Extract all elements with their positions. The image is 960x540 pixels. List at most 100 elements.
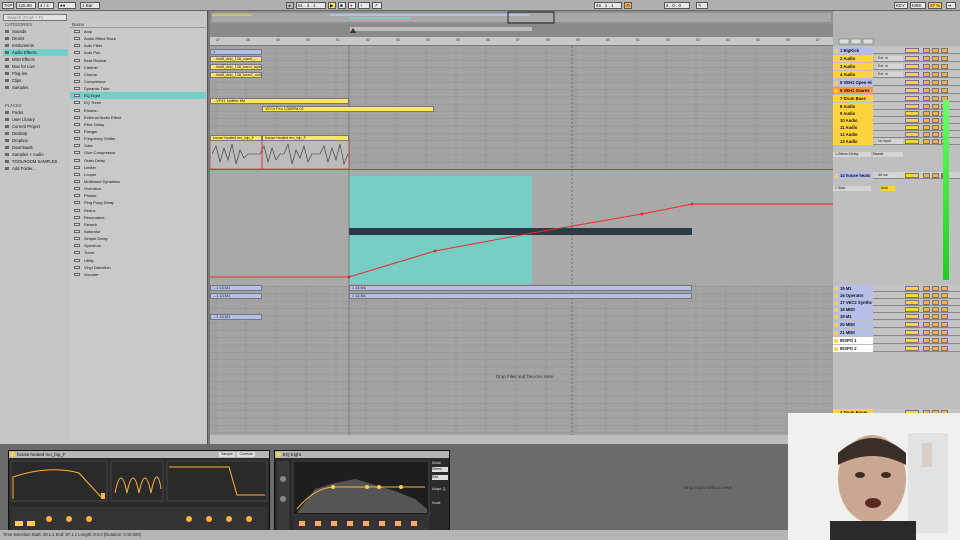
track-volume[interactable] [905, 173, 919, 178]
track-header[interactable]: 12 Audio [833, 131, 960, 138]
solo-button[interactable] [923, 104, 930, 109]
track-name[interactable]: 9 Audio [833, 110, 873, 117]
arrangement-clip[interactable]: ...1 13-M1 [210, 285, 262, 291]
category-item[interactable]: Plug-ins [3, 70, 68, 77]
track-activator-icon[interactable] [834, 330, 838, 335]
track-activator-icon[interactable] [834, 104, 838, 109]
device-list-item[interactable]: Chorus [70, 71, 206, 78]
arrangement-clip[interactable]: ...inst5_drip_126_clanit_... [210, 56, 262, 62]
track-volume[interactable] [905, 346, 919, 351]
device-list-item[interactable]: Ping Pong Delay [70, 199, 206, 206]
track-name[interactable]: 19 M1 [833, 313, 873, 320]
place-item[interactable]: Downloads [3, 144, 68, 151]
tab-sample[interactable]: Sample [219, 452, 235, 457]
device-list-item[interactable]: Grain Delay [70, 157, 206, 164]
track-header[interactable]: 9 Audio [833, 110, 960, 117]
simpler-device[interactable]: house heated mo_bip_F Sample Controls [8, 450, 270, 532]
tab-controls[interactable]: Controls [237, 452, 255, 457]
device-list-item[interactable]: Auto Pan [70, 49, 206, 56]
input-chooser[interactable]: Ext. In [877, 64, 903, 69]
arm-button[interactable] [941, 80, 948, 85]
arm-button[interactable] [941, 64, 948, 69]
place-item[interactable]: Dropbox [3, 137, 68, 144]
arrangement-clip[interactable]: 1 [210, 49, 262, 55]
mute-button[interactable] [932, 330, 939, 335]
arrangement-clip[interactable]: ...VFX1 Uplifter 8M [210, 98, 349, 104]
input-chooser[interactable]: Ext. In [877, 56, 903, 61]
track-name[interactable]: 15 M1 [833, 285, 873, 292]
device-list-item[interactable]: Looper [70, 171, 206, 178]
track-activator-icon[interactable] [834, 139, 838, 144]
mute-button[interactable] [932, 125, 939, 130]
arrangement-clip[interactable]: ...inst5_drip_126_band_tape [210, 64, 262, 70]
track-volume[interactable] [905, 72, 919, 77]
track-header[interactable]: 2 Audio Ext. In [833, 55, 960, 62]
arm-button[interactable] [941, 307, 948, 312]
track-header[interactable]: INSPO 1 [833, 337, 960, 344]
loop-length-field[interactable]: 4 . 0 . 0 [664, 2, 690, 9]
arrangement-clip[interactable]: 1 13-M1 [349, 285, 692, 291]
device-list-item[interactable]: Multiband Dynamics [70, 178, 206, 185]
track-volume[interactable] [905, 56, 919, 61]
mute-button[interactable] [932, 322, 939, 327]
solo-button[interactable] [923, 307, 930, 312]
track-volume[interactable] [905, 125, 919, 130]
arrangement-clip[interactable]: house heated mo_bip_F [210, 135, 262, 141]
solo-button[interactable] [923, 338, 930, 343]
arrangement-clip[interactable]: 1 13-M1 [349, 293, 692, 299]
quantize-menu[interactable]: 1 Bar [80, 2, 100, 9]
track-name[interactable]: 2 Audio [833, 55, 873, 62]
input-chooser[interactable]: All Ins [877, 173, 903, 178]
device-list-item[interactable]: Tuner [70, 249, 206, 256]
track-header[interactable]: 6 VEH1 Snares [833, 87, 960, 94]
category-item[interactable]: MIDI Effects [3, 56, 68, 63]
track-name[interactable]: 17 VEC2 Synths [833, 299, 873, 306]
device-list-item[interactable]: Compressor [70, 78, 206, 85]
arm-button[interactable] [941, 346, 948, 351]
track-name[interactable]: 10 Audio [833, 117, 873, 124]
loop-switch[interactable]: ⟲ [624, 2, 632, 9]
mute-button[interactable] [932, 48, 939, 53]
solo-button[interactable] [923, 286, 930, 291]
place-item[interactable]: Desktop [3, 130, 68, 137]
place-item[interactable]: User Library [3, 116, 68, 123]
arrangement-clip[interactable]: ...1 13-M1 [210, 314, 262, 320]
mute-button[interactable] [932, 293, 939, 298]
mute-button[interactable] [932, 300, 939, 305]
device-list-item[interactable]: External Audio Effect [70, 114, 206, 121]
track-name[interactable]: 16 Operator [833, 292, 873, 299]
track-header[interactable]: 4 Audio Ext. In [833, 71, 960, 78]
track-activator-icon[interactable] [834, 173, 838, 178]
device-list-item[interactable]: Flanger [70, 128, 206, 135]
track-header[interactable]: 13 Audio No Input [833, 138, 960, 145]
device-list-item[interactable]: Saturator [70, 228, 206, 235]
category-item[interactable]: Clips [3, 77, 68, 84]
place-item[interactable]: Current Project [3, 123, 68, 130]
overview-bar[interactable] [210, 11, 833, 24]
search-input[interactable]: Search (Cmd + F) [3, 14, 67, 21]
track-volume[interactable] [905, 64, 919, 69]
track-header[interactable]: 14 house heats All Ins [833, 172, 960, 179]
track-activator-icon[interactable] [834, 300, 838, 305]
track-name[interactable]: 14 house heats [833, 172, 873, 179]
track-activator-icon[interactable] [834, 56, 838, 61]
device-list-item[interactable]: Limiter [70, 164, 206, 171]
solo-button[interactable] [923, 322, 930, 327]
mute-button[interactable] [932, 96, 939, 101]
track-name[interactable]: 18 MIDI [833, 306, 873, 313]
monitor-auto-button[interactable]: Auto [881, 186, 895, 191]
track-activator-icon[interactable] [834, 96, 838, 101]
mute-button[interactable] [932, 307, 939, 312]
arm-button[interactable] [941, 72, 948, 77]
input-chooser[interactable]: Ext. In [877, 72, 903, 77]
track-name[interactable]: 8 Audio [833, 103, 873, 110]
automation-start-chooser[interactable]: 1 Start [833, 186, 871, 191]
device-list-item[interactable]: Vocoder [70, 271, 206, 278]
stop-button[interactable]: ■ [338, 2, 346, 9]
device-list-item[interactable]: EQ Eight [70, 92, 206, 100]
arrangement-clip[interactable]: VEC4 FXs 128BPM 02 [262, 106, 434, 112]
automation-arm-button[interactable]: ↗ [372, 2, 382, 9]
tempo-field[interactable]: 125.00 [16, 2, 36, 9]
track-name[interactable]: 12 Audio [833, 131, 873, 138]
device-list-item[interactable]: Erosion [70, 107, 206, 114]
